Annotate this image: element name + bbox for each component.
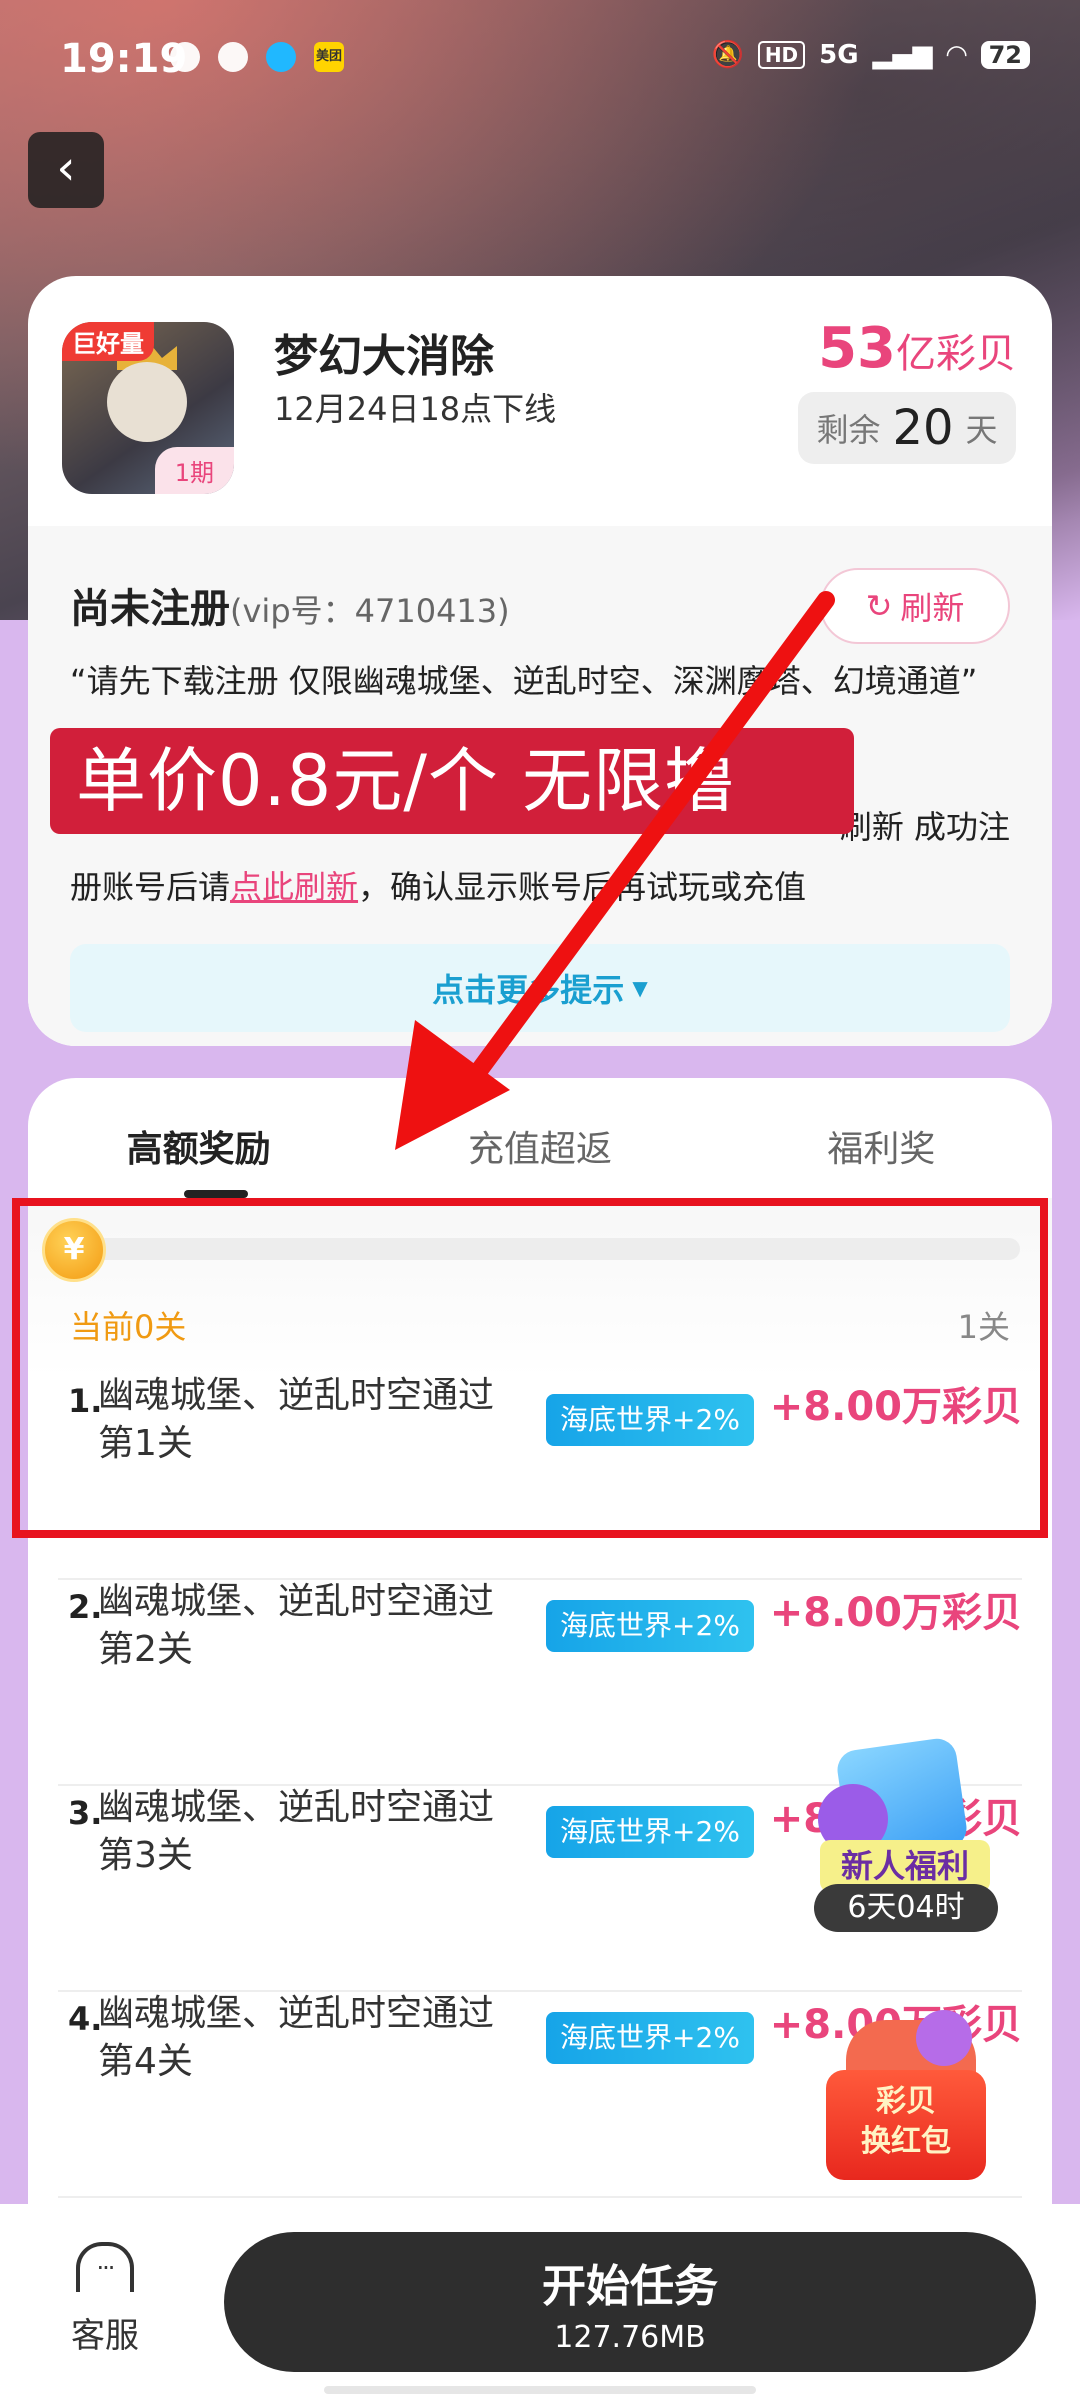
status-time: 19:19 [60, 36, 188, 82]
redpack-float[interactable]: 彩贝 换红包 [826, 2010, 986, 2180]
registration-tip-line2: 册账号后请点此刷新，确认显示账号后再试玩或充值 [70, 862, 806, 908]
remain-suffix: 天 [965, 411, 998, 449]
remaining-days: 剩余 20 天 [798, 392, 1016, 464]
tab-high-reward[interactable]: 高额奖励 [28, 1116, 369, 1196]
mute-icon: 🔕 [711, 40, 744, 70]
game-name: 梦幻大消除 [274, 331, 494, 382]
refresh-icon: ↻ [865, 587, 893, 625]
customer-service-button[interactable]: 客服 [40, 2242, 170, 2372]
vip-number: (vip号：4710413) [230, 592, 510, 630]
task-text: 幽魂城堡、逆乱时空通过第1关 [98, 1375, 495, 1464]
task-bonus-badge: 海底世界+2% [546, 1806, 754, 1858]
promo-banner: 单价0.8元/个 无限撸 [50, 728, 854, 834]
progress-track [88, 1238, 1020, 1260]
back-button[interactable]: ‹ [28, 132, 104, 208]
sports-icon [218, 42, 248, 72]
start-task-label: 开始任务 [542, 2261, 718, 2312]
level-progress: ¥ 当前0关 1关 [28, 1198, 1052, 1378]
task-text: 幽魂城堡、逆乱时空通过第2关 [98, 1581, 495, 1670]
offline-date: 12月24日18点下线 [274, 390, 557, 428]
signal-icon: ▂▄▆ [872, 40, 933, 70]
network-label: 5G [819, 40, 859, 70]
task-row[interactable]: 1. 幽魂城堡、逆乱时空通过第1关 海底世界+2% +8.00万彩贝 [58, 1372, 1022, 1580]
bottom-action-bar: 客服 开始任务 127.76MB [0, 2204, 1080, 2400]
headset-icon [76, 2242, 134, 2292]
refresh-button[interactable]: ↻ 刷新 [820, 568, 1010, 644]
home-indicator[interactable] [324, 2386, 756, 2394]
tab-recharge-return[interactable]: 充值超返 [369, 1116, 710, 1196]
download-size: 127.76MB [554, 2320, 706, 2355]
total-reward: 53亿彩贝 [818, 316, 1016, 381]
redpack-line2: 换红包 [861, 2124, 951, 2159]
icon-tag: 巨好量 [62, 322, 154, 361]
game-icon[interactable]: 巨好量 1期 [62, 322, 234, 494]
wechat-icon [170, 42, 200, 72]
skull-icon [107, 362, 187, 442]
meituan-icon: 美团 [314, 42, 344, 72]
total-reward-unit: 亿彩贝 [896, 331, 1016, 377]
registration-tip-line1: 刷新 成功注 [839, 808, 1010, 846]
hd-icon: HD [757, 41, 806, 69]
more-tips-button[interactable]: 点击更多提示 ▼ [70, 944, 1010, 1032]
task-bonus-badge: 海底世界+2% [546, 1600, 754, 1652]
total-reward-number: 53 [818, 316, 896, 381]
task-reward: +8.00万彩贝 [769, 1384, 1022, 1430]
tab-bonus[interactable]: 福利奖 [711, 1116, 1052, 1196]
new-user-timer: 6天04时 [814, 1884, 998, 1932]
remain-days-number: 20 [892, 400, 954, 456]
registration-status-text: 尚未注册 [70, 586, 230, 632]
tab-bar: 高额奖励 充值超返 福利奖 [28, 1116, 1052, 1196]
active-tab-indicator [184, 1190, 248, 1198]
tip-text-b: ，确认显示账号后再试玩或充值 [358, 868, 807, 906]
refresh-link[interactable]: 点此刷新 [230, 868, 358, 906]
redpack-body: 彩贝 换红包 [826, 2070, 986, 2180]
remain-prefix: 剩余 [816, 411, 881, 449]
chevron-left-icon: ‹ [56, 140, 76, 196]
tip-text-a: 册账号后请 [70, 868, 231, 906]
customer-service-label: 客服 [71, 2316, 139, 2356]
task-reward: +8.00万彩贝 [769, 1590, 1022, 1636]
battery-level: 72 [980, 41, 1030, 69]
task-text: 幽魂城堡、逆乱时空通过第4关 [98, 1993, 495, 2082]
new-user-bonus-float[interactable]: 新人福利 6天04时 [812, 1736, 1004, 1934]
wifi-icon: ◠ [946, 40, 967, 70]
orb-icon [916, 2010, 972, 2066]
current-level: 当前0关 [70, 1308, 187, 1346]
qq-icon [266, 42, 296, 72]
caret-down-icon: ▼ [632, 976, 648, 1000]
registration-quote: “请先下载注册 仅限幽魂城堡、逆乱时空、深渊魔塔、幻境通道” [70, 662, 978, 700]
task-bonus-badge: 海底世界+2% [546, 2012, 754, 2064]
start-task-button[interactable]: 开始任务 127.76MB [224, 2232, 1036, 2372]
task-bonus-badge: 海底世界+2% [546, 1394, 754, 1446]
game-info-card: 巨好量 1期 梦幻大消除 12月24日18点下线 53亿彩贝 剩余 20 天 尚… [28, 276, 1052, 1046]
more-tips-label: 点击更多提示 [432, 971, 625, 1009]
task-text: 幽魂城堡、逆乱时空通过第3关 [98, 1787, 495, 1876]
coin-icon: ¥ [42, 1218, 106, 1282]
refresh-label: 刷新 [900, 589, 965, 627]
registration-status: 尚未注册(vip号：4710413) [70, 576, 510, 634]
status-bar: 19:19 美团 🔕 HD 5G ▂▄▆ ◠ 72 [0, 0, 1080, 120]
period-badge: 1期 [154, 447, 234, 494]
redpack-line1: 彩贝 [876, 2084, 936, 2119]
target-level: 1关 [957, 1308, 1010, 1346]
task-list-card: 高额奖励 充值超返 福利奖 ¥ 当前0关 1关 1. 幽魂城堡、逆乱时空通过第1… [28, 1078, 1052, 2400]
